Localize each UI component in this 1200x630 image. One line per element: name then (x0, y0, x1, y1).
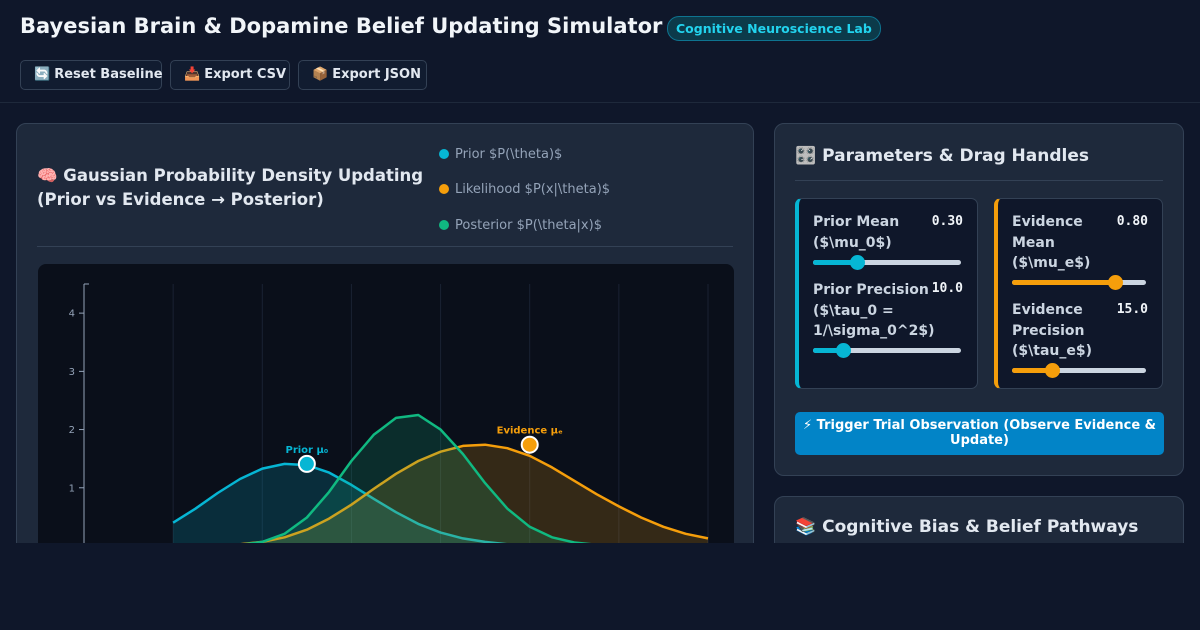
lightning-icon: ⚡ (802, 418, 813, 433)
evidence-parameters-card: Evidence Mean ($\mu_e$) 0.80 Evidence Pr… (994, 198, 1163, 389)
evidence-mean-slider-fill (1012, 280, 1116, 285)
prior-mean-slider[interactable] (813, 255, 961, 270)
control-knobs-icon: 🎛️ (795, 146, 817, 166)
density-chart-panel: 🧠 Gaussian Probability Density Updating … (16, 123, 754, 543)
parameters-panel-title: 🎛️ Parameters & Drag Handles (795, 146, 1089, 166)
reset-baseline-button[interactable]: 🔄 Reset Baseline (20, 60, 163, 90)
export-csv-button[interactable]: 📥 Export CSV (170, 60, 290, 90)
legend-swatch-posterior (439, 220, 449, 230)
books-icon: 📚 (795, 517, 817, 537)
cognitive-bias-title-text: Cognitive Bias & Belief Pathways (822, 517, 1139, 537)
y-tick-label: 3 (69, 367, 75, 378)
legend-swatch-likelihood (439, 184, 449, 194)
app-viewport: Bayesian Brain & Dopamine Belief Updatin… (0, 0, 1200, 543)
evidence-mean-slider-handle[interactable] (1108, 275, 1124, 290)
export-json-label: Export JSON (332, 67, 421, 82)
density-plot[interactable]: 1 2 3 4 Prior μ₀ Evidence μₑ (38, 264, 734, 543)
parameters-panel: 🎛️ Parameters & Drag Handles Prior Mean … (774, 123, 1184, 476)
evidence-mean-value: 0.80 (1116, 214, 1148, 229)
chart-panel-title: 🧠 Gaussian Probability Density Updating … (37, 164, 427, 212)
prior-mean-slider-handle[interactable] (850, 255, 866, 270)
prior-mean-drag-handle[interactable] (297, 454, 316, 473)
evidence-mean-drag-handle[interactable] (520, 435, 539, 454)
parameters-divider (795, 180, 1163, 181)
app-header: Bayesian Brain & Dopamine Belief Updatin… (0, 0, 1200, 103)
prior-mean-label: Prior Mean ($\mu_0$) (813, 214, 900, 251)
y-tick-label: 2 (69, 425, 75, 436)
parameters-title-text: Parameters & Drag Handles (822, 146, 1089, 166)
legend-swatch-prior (439, 149, 449, 159)
chart-title-text: Gaussian Probability Density Updating (P… (37, 166, 424, 209)
evidence-precision-value: 15.0 (1116, 302, 1148, 317)
y-tick-label: 1 (69, 483, 75, 494)
density-plot-svg[interactable]: 1 2 3 4 Prior μ₀ Evidence μₑ (38, 264, 734, 543)
legend-label-likelihood: Likelihood $P(x|\theta)$ (455, 182, 611, 197)
legend-item-likelihood: Likelihood $P(x|\theta)$ (439, 182, 610, 197)
prior-precision-slider-handle[interactable] (835, 343, 851, 358)
export-json-button[interactable]: 📦 Export JSON (298, 60, 427, 90)
evidence-mean-label: Evidence Mean ($\mu_e$) (1012, 214, 1091, 271)
lab-badge: Cognitive Neuroscience Lab (667, 16, 881, 41)
trigger-trial-label: Trigger Trial Observation (Observe Evide… (816, 418, 1156, 448)
prior-precision-slider[interactable] (813, 343, 961, 358)
refresh-icon: 🔄 (34, 67, 51, 82)
cognitive-bias-panel-title: 📚 Cognitive Bias & Belief Pathways (795, 517, 1138, 537)
prior-precision-label: Prior Precision ($\tau_0 = 1/\sigma_0^2$… (813, 282, 935, 339)
cognitive-bias-panel: 📚 Cognitive Bias & Belief Pathways (774, 496, 1184, 543)
prior-mean-value: 0.30 (931, 214, 963, 229)
evidence-mean-marker-label: Evidence μₑ (497, 426, 563, 437)
prior-precision-value: 10.0 (931, 281, 963, 296)
evidence-mean-slider[interactable] (1012, 275, 1146, 290)
inbox-tray-icon: 📥 (184, 67, 201, 82)
y-tick-label: 4 (69, 309, 75, 320)
legend-item-posterior: Posterior $P(\theta|x)$ (439, 218, 602, 233)
evidence-precision-label: Evidence Precision ($\tau_e$) (1012, 302, 1092, 359)
prior-mean-marker-label: Prior μ₀ (285, 445, 328, 456)
reset-baseline-label: Reset Baseline (54, 67, 163, 82)
evidence-precision-slider-handle[interactable] (1045, 363, 1061, 378)
prior-parameters-card: Prior Mean ($\mu_0$) 0.30 Prior Precisio… (795, 198, 978, 389)
legend-label-posterior: Posterior $P(\theta|x)$ (455, 218, 602, 233)
package-icon: 📦 (312, 67, 329, 82)
evidence-precision-slider[interactable] (1012, 363, 1146, 378)
legend-item-prior: Prior $P(\theta)$ (439, 147, 562, 162)
trigger-trial-button[interactable]: ⚡ Trigger Trial Observation (Observe Evi… (795, 412, 1164, 455)
export-csv-label: Export CSV (204, 67, 287, 82)
chart-header-divider (37, 246, 733, 247)
page-title: Bayesian Brain & Dopamine Belief Updatin… (20, 14, 663, 38)
legend-label-prior: Prior $P(\theta)$ (455, 147, 563, 162)
brain-icon: 🧠 (37, 166, 58, 185)
